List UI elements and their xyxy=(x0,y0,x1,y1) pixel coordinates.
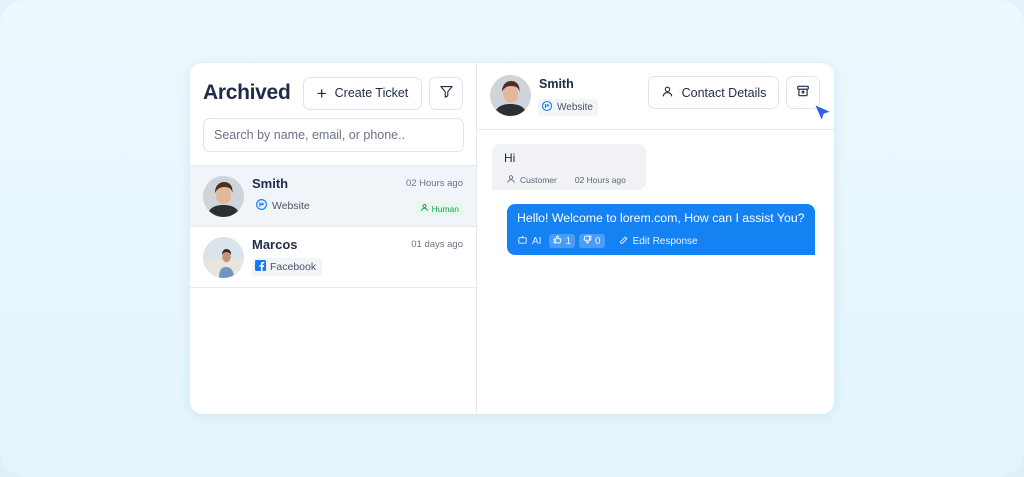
inbox-card: Archived + Create Ticket Search by name,… xyxy=(190,63,834,414)
person-icon xyxy=(661,85,674,101)
sender-label: Customer xyxy=(520,175,557,185)
dislike-count: 0 xyxy=(595,235,601,247)
source-label: Website xyxy=(272,199,310,212)
filter-button[interactable] xyxy=(429,76,463,110)
chat-panel: Smith Website Contact Details Hi Custome… xyxy=(477,63,834,414)
message-meta: AI 1 0 Edit Response xyxy=(517,234,805,248)
facebook-icon xyxy=(255,259,266,274)
person-icon xyxy=(506,174,516,186)
pencil-icon xyxy=(619,235,629,248)
archive-icon xyxy=(796,84,810,101)
conversation-time: 02 Hours ago xyxy=(405,177,463,189)
thumbs-up-button[interactable]: 1 xyxy=(549,234,576,248)
contact-name: Marcos xyxy=(252,236,298,252)
thumbs-up-icon xyxy=(553,235,562,247)
source-badge: Facebook xyxy=(252,257,323,276)
contact-name: Smith xyxy=(252,175,289,191)
like-count: 1 xyxy=(565,235,572,247)
conversation-list-panel: Archived + Create Ticket Search by name,… xyxy=(190,63,477,414)
chat-contact-name: Smith xyxy=(539,77,574,91)
conversation-time: 01 days ago xyxy=(411,238,463,250)
create-ticket-label: Create Ticket xyxy=(334,86,409,100)
source-label: Facebook xyxy=(270,260,317,273)
outgoing-message: Hello! Welcome to lorem.com, How can I a… xyxy=(507,204,815,255)
conversation-body: Marcos 01 days ago Facebook xyxy=(252,237,463,278)
thumbs-down-icon xyxy=(583,235,592,247)
page-title: Archived xyxy=(203,81,291,104)
list-header: Archived + Create Ticket xyxy=(190,63,476,166)
create-ticket-button[interactable]: + Create Ticket xyxy=(303,76,422,110)
title-row: Archived + Create Ticket xyxy=(203,76,463,110)
incoming-message: Hi Customer 02 Hours ago xyxy=(492,144,646,190)
chat-source-badge: Website xyxy=(538,99,598,116)
avatar xyxy=(203,175,244,217)
conversation-item-smith[interactable]: Smith 02 Hours ago Website Human xyxy=(190,166,476,227)
source-badge: Website xyxy=(252,196,316,215)
source-label: Website xyxy=(557,102,593,113)
sender-label: AI xyxy=(532,235,542,247)
bot-icon xyxy=(517,234,528,248)
message-text: Hello! Welcome to lorem.com, How can I a… xyxy=(517,211,805,225)
contact-details-button[interactable]: Contact Details xyxy=(648,76,779,109)
filter-icon xyxy=(439,84,454,102)
conversation-item-marcos[interactable]: Marcos 01 days ago Facebook xyxy=(190,227,476,288)
website-icon xyxy=(255,198,268,214)
cursor-icon xyxy=(813,103,833,128)
avatar xyxy=(490,75,531,116)
message-time: 02 Hours ago xyxy=(574,175,626,185)
chat-header: Smith Website Contact Details xyxy=(477,63,834,130)
human-icon xyxy=(420,203,429,214)
plus-icon: + xyxy=(316,83,327,103)
message-text: Hi xyxy=(504,151,516,165)
avatar xyxy=(203,236,244,278)
search-input[interactable] xyxy=(203,118,464,152)
thumbs-down-button[interactable]: 0 xyxy=(579,234,605,248)
website-icon xyxy=(541,100,553,115)
message-meta: Customer 02 Hours ago xyxy=(506,174,626,186)
conversation-body: Smith 02 Hours ago Website Human xyxy=(252,176,463,217)
contact-details-label: Contact Details xyxy=(681,85,767,100)
edit-response-label: Edit Response xyxy=(632,235,698,247)
human-badge: Human xyxy=(415,201,463,216)
badge-label: Human xyxy=(431,203,459,214)
edit-response-button[interactable]: Edit Response xyxy=(619,235,698,248)
